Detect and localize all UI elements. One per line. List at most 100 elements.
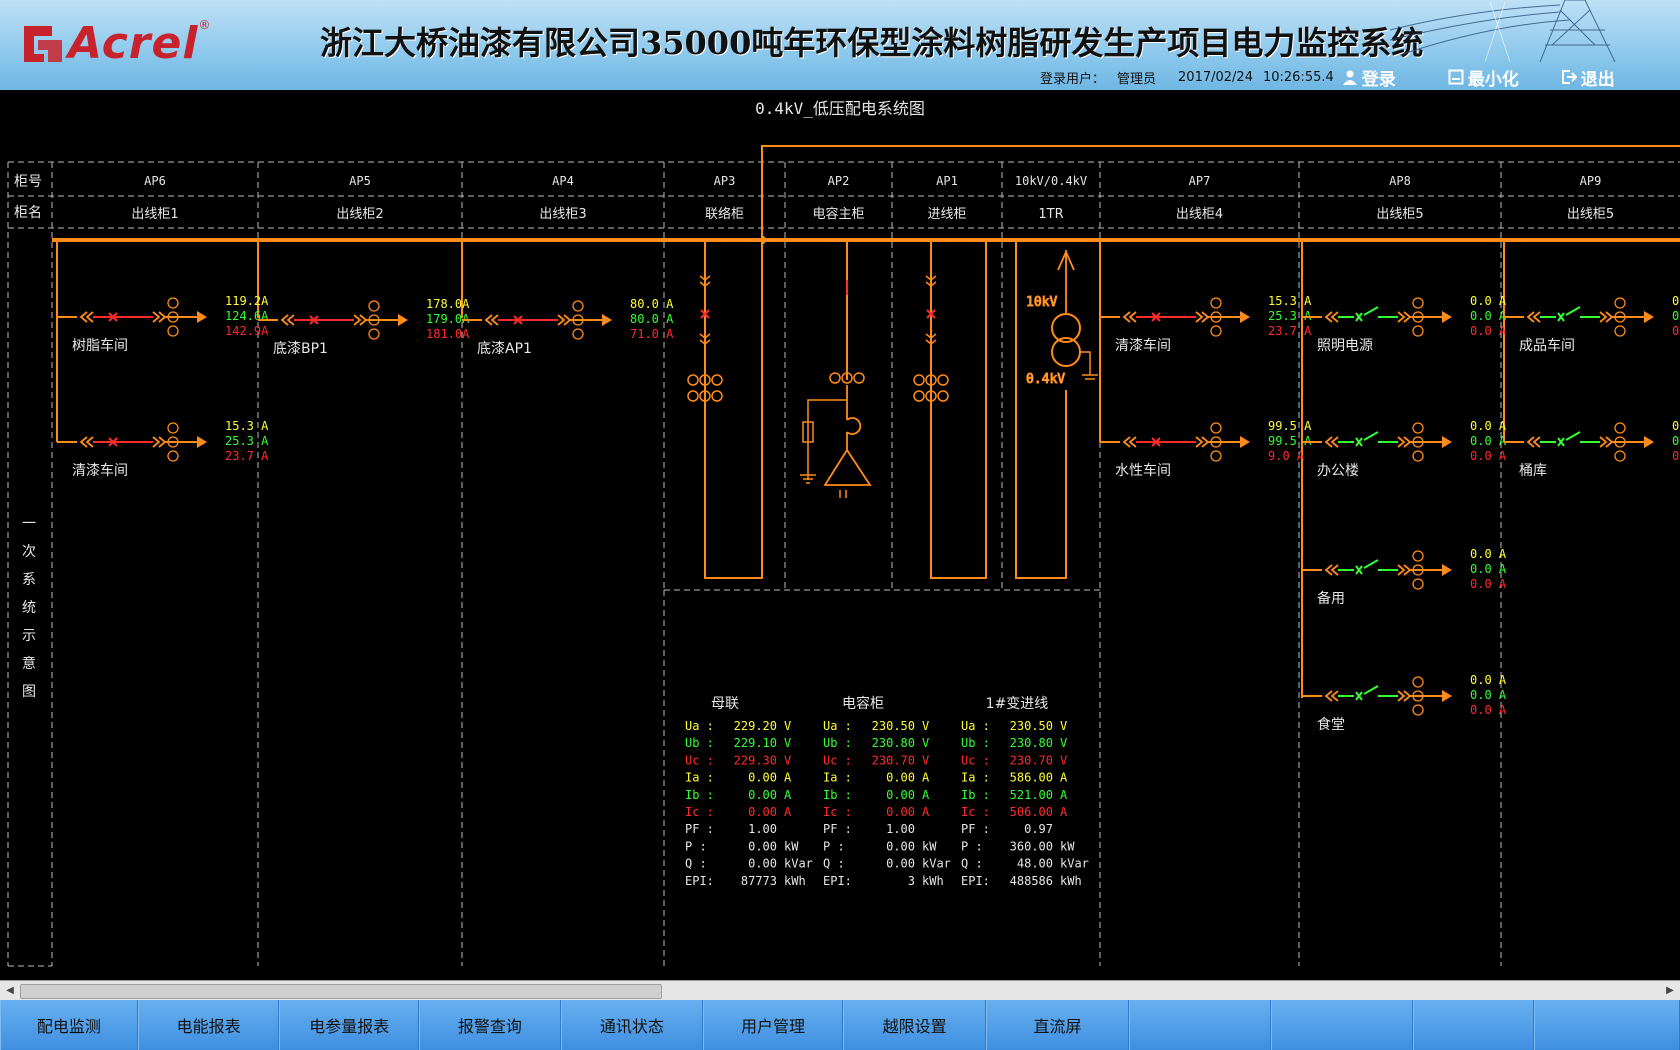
- meter-key: P :: [685, 839, 707, 853]
- nav-item-5[interactable]: 用户管理: [703, 1000, 843, 1050]
- meter-value: 230.50: [872, 719, 915, 733]
- ct-icon: [1210, 450, 1222, 462]
- ct-icon: [572, 328, 584, 340]
- meter-unit: kVar: [784, 857, 813, 871]
- breaker-open-icon: [1557, 437, 1565, 447]
- meter-unit: kW: [784, 839, 799, 853]
- meter-key: Ub :: [823, 736, 852, 750]
- ground-icon: [1080, 351, 1098, 380]
- login-button[interactable]: 登录: [1342, 65, 1396, 90]
- cabinet-no: AP9: [1580, 174, 1602, 188]
- feeder-open-line: [1540, 431, 1600, 443]
- nav-item-0[interactable]: 配电监测: [0, 1000, 138, 1050]
- meter-key: PF :: [823, 822, 852, 836]
- nav-item-6[interactable]: 越限设置: [842, 1000, 987, 1050]
- meter-value: 506.00: [1010, 805, 1053, 819]
- meter-key: P :: [823, 839, 845, 853]
- feeder-circuit: 0.0 A0.0 A0.0 A办公楼: [1302, 419, 1507, 479]
- nav-item-11[interactable]: [1533, 1000, 1680, 1050]
- capacitor-icon: [839, 490, 847, 498]
- meter-value: 0.00: [748, 857, 777, 871]
- transformer-lv-label: 0.4kV: [1026, 372, 1065, 387]
- breaker-open-icon: [1355, 437, 1363, 447]
- disconnect-arrow: [1324, 436, 1339, 448]
- meter-value: 0.00: [748, 788, 777, 802]
- meter-title: 电容柜: [842, 695, 884, 712]
- ct-icon: [1412, 550, 1424, 562]
- exit-button-label: 退出: [1580, 69, 1615, 90]
- ct-icon: [1614, 422, 1626, 434]
- load-arrow-icon: [197, 436, 207, 448]
- nav-item-2[interactable]: 电参量报表: [279, 1000, 420, 1050]
- disconnect-arrow: [280, 314, 295, 326]
- nav-item-7[interactable]: 直流屏: [986, 1000, 1129, 1050]
- feeder-current-b: 25.3 A: [225, 434, 269, 448]
- meter-key: Ib :: [685, 788, 714, 802]
- exit-button[interactable]: 退出: [1561, 65, 1615, 90]
- meter-key: Ua :: [685, 719, 714, 733]
- feeder-current-a: 178.0A: [426, 297, 470, 311]
- meter-value: 0.00: [748, 771, 777, 785]
- transformer-hv-label: 10kV: [1026, 295, 1057, 310]
- meter-unit: A: [1060, 805, 1068, 819]
- feeder-name: 底漆BP1: [273, 341, 328, 357]
- cabinet-name: 电容主柜: [812, 206, 864, 222]
- meter-value: 0.00: [886, 857, 915, 871]
- ct-icon: [1412, 422, 1424, 434]
- feeder-current-b: 0.0 A: [1470, 309, 1507, 323]
- meter-unit: kWh: [784, 874, 806, 888]
- side-label-char: 次: [22, 544, 36, 560]
- exit-icon: [1561, 70, 1577, 84]
- meter-value: 0.00: [886, 805, 915, 819]
- cabinet-name: 联络柜: [705, 206, 744, 222]
- feeder-open-line: [1338, 306, 1398, 318]
- cabinet-name: 进线柜: [927, 207, 966, 222]
- feeder-current-a: 80.0 A: [630, 297, 674, 311]
- feeder-open-line: [1338, 431, 1398, 443]
- date-text: 2017/02/24: [1178, 69, 1253, 85]
- cabinet-no: AP4: [552, 174, 574, 188]
- feeder-current-b: 80.0 A: [630, 312, 674, 326]
- nav-item-3[interactable]: 报警查询: [419, 1000, 561, 1050]
- feeder-open-line: [1540, 306, 1600, 318]
- horizontal-scrollbar[interactable]: ◀ ▶: [0, 980, 1680, 1001]
- meter-key: Ub :: [685, 736, 714, 750]
- meter-panel: 1#变进线 Ua : 230.50 V Ub : 230.80 V Uc : 230.70 V Ia…: [961, 696, 1089, 888]
- meter-key: Ia :: [823, 771, 852, 785]
- meter-unit: V: [784, 753, 791, 767]
- feeder-open-line: [1338, 559, 1398, 571]
- nav-item-1[interactable]: 电能报表: [137, 1000, 280, 1050]
- cabinet-name: 出线柜5: [1376, 207, 1423, 222]
- minimize-button[interactable]: 最小化: [1448, 65, 1519, 90]
- feeder-current-c: 0.0 A: [1470, 577, 1507, 591]
- meter-key: Ua :: [961, 719, 990, 733]
- feeder-current-b: 0.0 A: [1470, 688, 1507, 702]
- nav-item-4[interactable]: 通讯状态: [560, 1000, 704, 1050]
- ct-icon: [1412, 450, 1424, 462]
- nav-item-9[interactable]: [1271, 1000, 1413, 1050]
- ct-icon: [687, 390, 699, 402]
- meter-unit: V: [784, 736, 791, 750]
- meter-value: 0.00: [748, 839, 777, 853]
- ct-icon: [1210, 325, 1222, 337]
- meter-key: EPI:: [685, 874, 714, 888]
- feeder-current-c: 142.9A: [225, 324, 269, 338]
- feeder-current-a: 0.0 A: [1470, 294, 1507, 308]
- scroll-thumb[interactable]: [20, 984, 662, 999]
- scroll-left-icon[interactable]: ◀: [2, 983, 18, 999]
- feeders: 119.2A124.6A142.9A树脂车间15.3 A25.3 A23.7 A…: [57, 294, 1680, 733]
- scroll-right-icon[interactable]: ▶: [1662, 983, 1678, 999]
- ct-icon: [368, 328, 380, 340]
- cabinet-name: 1TR: [1038, 207, 1063, 222]
- load-arrow-icon: [197, 311, 207, 323]
- ct-icon: [829, 372, 841, 384]
- meter-key: PF :: [961, 822, 990, 836]
- meter-key: EPI:: [823, 874, 852, 888]
- meter-key: Ib :: [961, 788, 990, 802]
- cabinet-name: 出线柜2: [336, 207, 383, 222]
- nav-item-8[interactable]: [1128, 1000, 1272, 1050]
- feeder-current-b: 0.0: [1672, 309, 1680, 323]
- ct-icon: [913, 374, 925, 386]
- nav-item-10[interactable]: [1412, 1000, 1534, 1050]
- disconnect-arrow: [1397, 436, 1412, 448]
